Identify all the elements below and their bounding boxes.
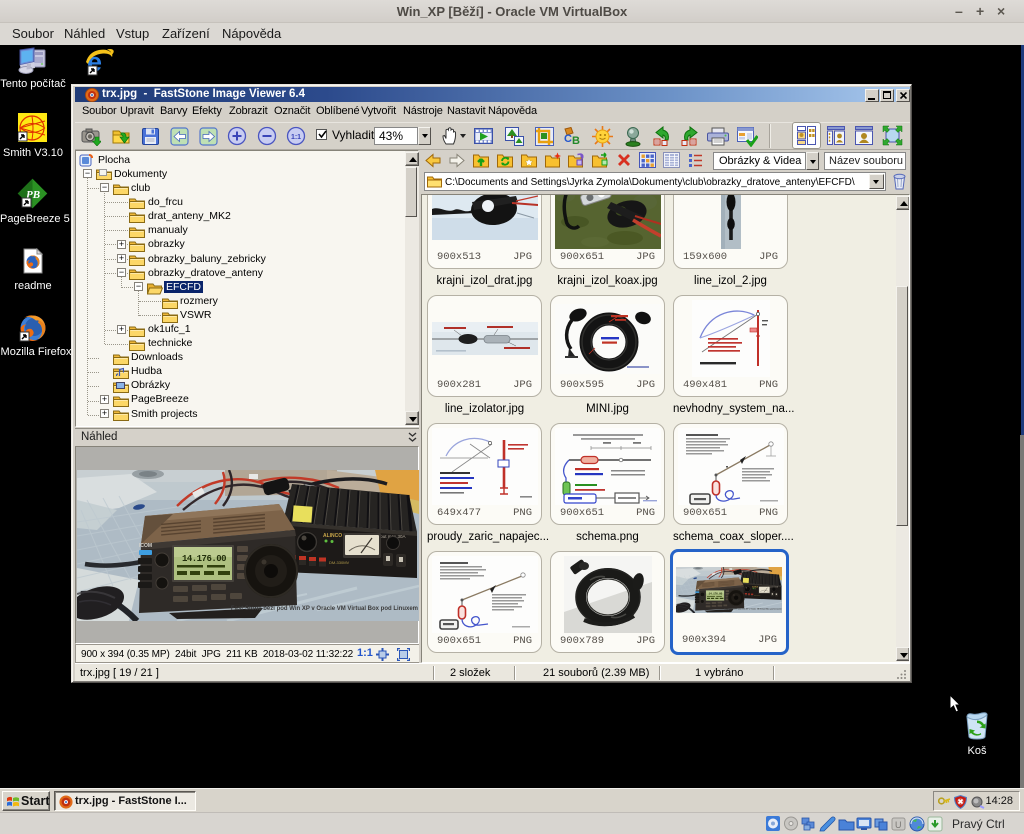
svg-text:U: U — [895, 820, 902, 830]
svg-text:1:1: 1:1 — [291, 134, 301, 141]
svg-text:C: C — [564, 133, 572, 145]
svg-text:B: B — [572, 135, 580, 146]
